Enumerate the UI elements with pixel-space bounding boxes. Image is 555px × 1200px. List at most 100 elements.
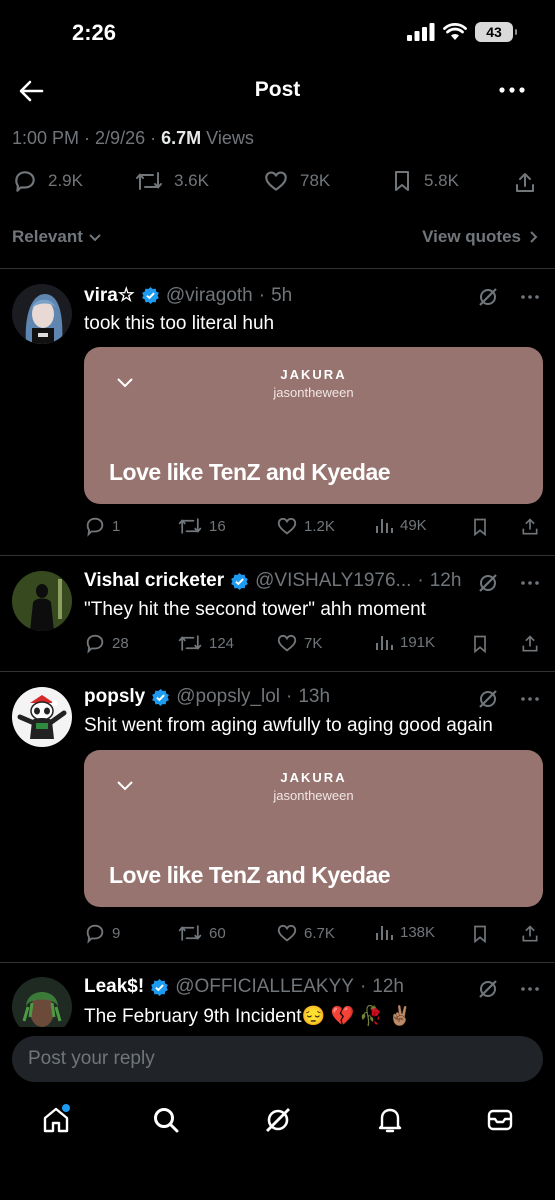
grok-icon[interactable] xyxy=(477,572,499,594)
reply-icon xyxy=(86,924,104,944)
share-icon[interactable] xyxy=(513,170,537,196)
reply-icon xyxy=(86,634,104,654)
divider xyxy=(0,268,555,269)
share-icon[interactable] xyxy=(520,923,540,945)
verified-badge-icon xyxy=(151,978,169,996)
reply-button[interactable]: 28 xyxy=(84,632,129,654)
grok-icon[interactable] xyxy=(477,978,499,1000)
display-name[interactable]: Vishal cricketer xyxy=(84,570,224,592)
reply-composer[interactable]: Post your reply xyxy=(12,1036,543,1082)
chevron-down-icon xyxy=(89,234,101,242)
chevron-right-icon xyxy=(530,231,538,243)
avatar[interactable] xyxy=(12,687,72,747)
battery-icon: 43 xyxy=(475,22,517,42)
views-label: Views xyxy=(206,128,254,148)
reply-partial: Leak$! @OFFICIALLEAKYY · 12h The Februar… xyxy=(0,963,555,1027)
signal-icon xyxy=(407,23,435,41)
reply-text: Shit went from aging awfully to aging go… xyxy=(84,715,493,736)
like-button[interactable]: 7K xyxy=(276,632,322,654)
reply-stat[interactable]: 2.9K xyxy=(12,168,83,194)
grok-icon[interactable] xyxy=(477,688,499,710)
wifi-icon xyxy=(443,23,467,40)
more-options-icon[interactable] xyxy=(521,580,539,586)
like-button[interactable]: 6.7K xyxy=(276,922,335,944)
display-name[interactable]: Leak$! xyxy=(84,976,144,998)
handle[interactable]: @viragoth xyxy=(166,285,253,307)
avatar[interactable] xyxy=(12,977,72,1027)
heart-icon xyxy=(277,924,297,942)
reply-text: "They hit the second tower" ahh moment xyxy=(84,599,426,620)
bookmark-icon[interactable] xyxy=(470,923,490,945)
verified-badge-icon xyxy=(152,688,170,706)
music-card[interactable]: JAKURA jasontheween Love like TenZ and K… xyxy=(84,750,543,907)
sort-row: Relevant View quotes xyxy=(12,227,541,247)
reply-header: Vishal cricketer @VISHALY1976... · 12h xyxy=(84,570,462,592)
post-date: 2/9/26 xyxy=(95,128,146,148)
more-options-icon[interactable] xyxy=(521,986,539,992)
bottom-tab-bar xyxy=(0,1104,555,1144)
view-quotes-link[interactable]: View quotes xyxy=(422,227,541,247)
more-options-icon[interactable] xyxy=(521,696,539,702)
repost-icon xyxy=(178,925,202,941)
repost-button[interactable]: 60 xyxy=(177,922,226,944)
handle[interactable]: @VISHALY1976... xyxy=(255,570,411,592)
status-time: 2:26 xyxy=(72,20,117,45)
grok-icon[interactable] xyxy=(262,1104,294,1136)
card-user: jasontheween xyxy=(273,788,354,803)
display-name[interactable]: vira☆ xyxy=(84,284,135,307)
search-icon[interactable] xyxy=(150,1104,182,1136)
reply-button[interactable]: 9 xyxy=(84,922,120,944)
reply-actions: 1 16 1.2K 49K xyxy=(84,515,543,539)
bookmark-icon[interactable] xyxy=(470,633,490,655)
like-stat[interactable]: 78K xyxy=(262,168,330,194)
handle[interactable]: @OFFICIALLEAKYY xyxy=(175,976,354,998)
timestamp: 12h xyxy=(429,570,462,591)
reply-button[interactable]: 1 xyxy=(84,515,120,537)
verified-badge-icon xyxy=(141,286,159,305)
reply-actions: 9 60 6.7K 138K xyxy=(84,922,543,946)
messages-icon[interactable] xyxy=(484,1104,516,1136)
reply-icon xyxy=(15,171,35,192)
heart-icon xyxy=(277,517,297,535)
avatar[interactable] xyxy=(12,284,72,344)
handle[interactable]: @popsly_lol xyxy=(176,686,280,708)
repost-icon xyxy=(178,635,202,651)
notifications-bell-icon[interactable] xyxy=(374,1104,406,1136)
verified-badge-icon xyxy=(231,572,249,590)
bookmark-stat[interactable]: 5.8K xyxy=(390,168,459,194)
views-button[interactable]: 191K xyxy=(374,632,435,652)
composer-placeholder: Post your reply xyxy=(28,1048,155,1069)
post-meta: 1:00 PM · 2/9/26 · 6.7M Views xyxy=(12,128,254,148)
repost-button[interactable]: 16 xyxy=(177,515,226,537)
avatar[interactable] xyxy=(12,571,72,631)
timestamp: 12h xyxy=(372,976,404,997)
share-icon[interactable] xyxy=(520,516,540,538)
card-artist: JAKURA xyxy=(280,770,347,785)
more-options-icon[interactable] xyxy=(499,80,525,100)
sort-dropdown[interactable]: Relevant xyxy=(12,227,103,247)
timestamp: 5h xyxy=(271,284,293,306)
repost-button[interactable]: 124 xyxy=(177,632,234,654)
repost-stat[interactable]: 3.6K xyxy=(134,168,209,194)
repost-icon xyxy=(178,518,202,534)
status-icons: 43 xyxy=(407,22,517,42)
share-icon[interactable] xyxy=(520,633,540,655)
bookmark-icon[interactable] xyxy=(470,516,490,538)
reply-actions: 28 124 7K 191K xyxy=(84,632,543,656)
reply-text: The February 9th Incident😔 💔 🥀 ✌🏽 xyxy=(84,1006,413,1027)
divider xyxy=(0,555,555,556)
music-card[interactable]: JAKURA jasontheween Love like TenZ and K… xyxy=(84,347,543,504)
divider xyxy=(0,671,555,672)
page-title: Post xyxy=(254,78,301,101)
views-button[interactable]: 49K xyxy=(374,515,427,535)
grok-icon[interactable] xyxy=(477,286,499,308)
views-button[interactable]: 138K xyxy=(374,922,435,942)
reply-header: vira☆ @viragoth · 5h xyxy=(84,284,293,307)
reply-icon xyxy=(86,517,104,537)
like-button[interactable]: 1.2K xyxy=(276,515,335,537)
card-song-title: Love like TenZ and Kyedae xyxy=(109,459,391,485)
home-notification-dot xyxy=(62,1104,70,1112)
more-options-icon[interactable] xyxy=(521,294,539,300)
views-chart-icon xyxy=(376,926,393,940)
display-name[interactable]: popsly xyxy=(84,686,145,708)
